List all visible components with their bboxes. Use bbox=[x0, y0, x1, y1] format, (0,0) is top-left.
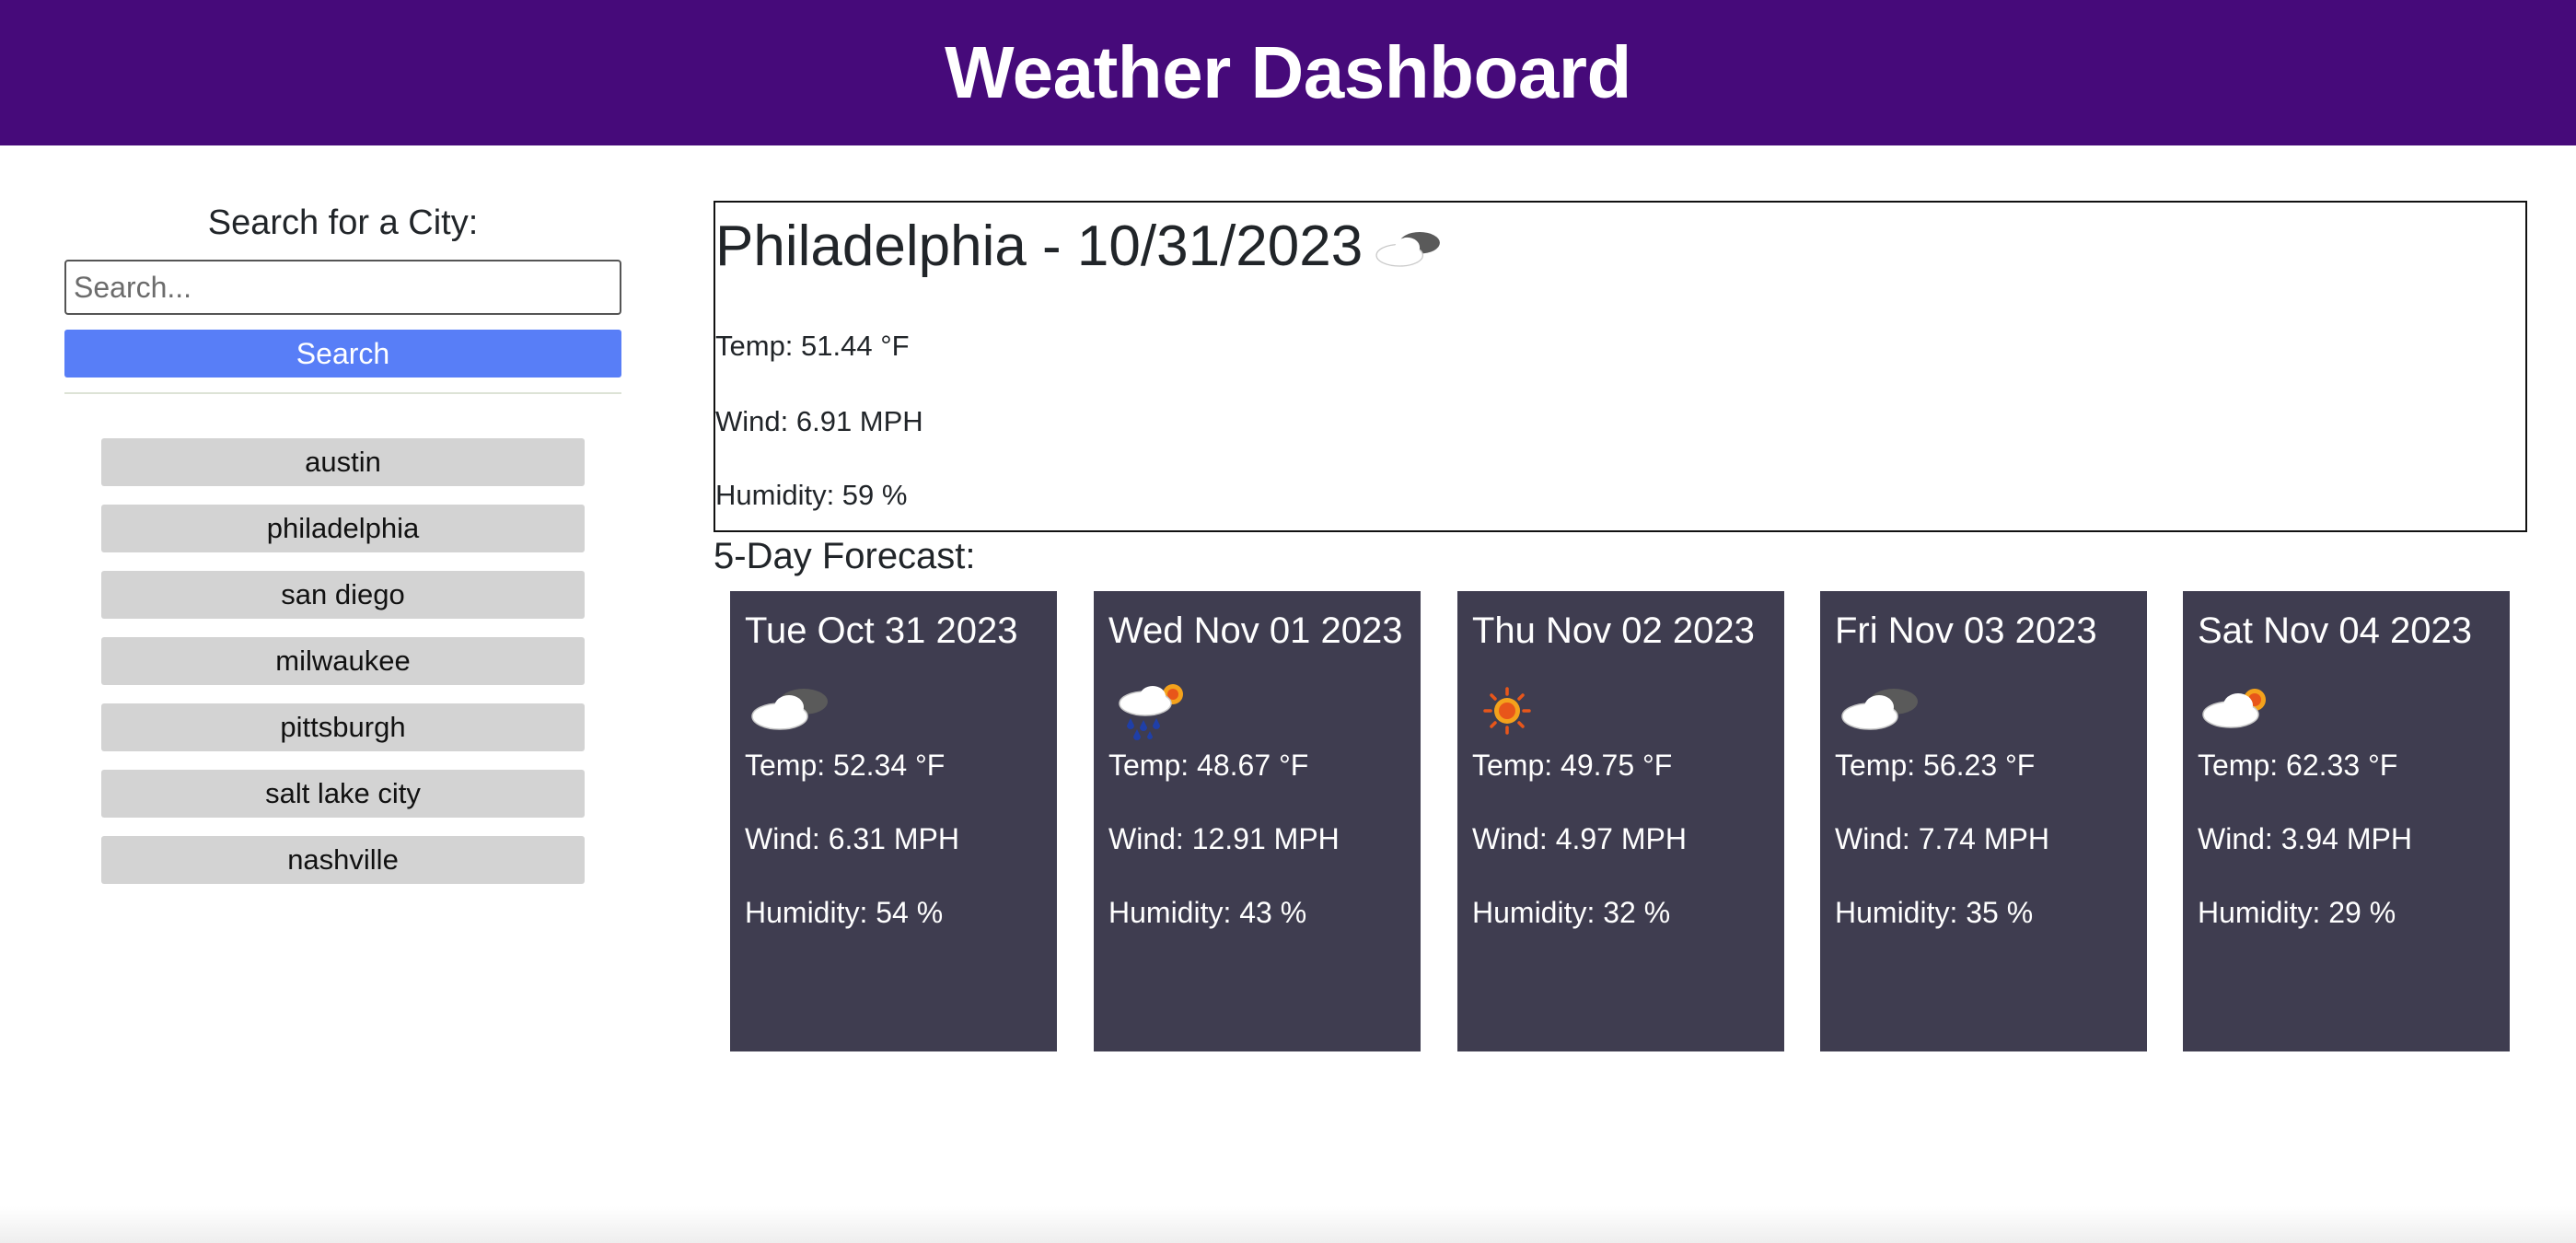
rain-sun-icon bbox=[1119, 684, 1183, 740]
forecast-temp: Temp: 56.23 °F bbox=[1835, 749, 2036, 782]
history-button[interactable]: milwaukee bbox=[101, 637, 585, 685]
search-sidebar: Search for a City: Search austin philade… bbox=[64, 193, 621, 884]
history-button[interactable]: philadelphia bbox=[101, 505, 585, 552]
current-weather-panel: Philadelphia - 10/31/2023 Temp: 51.44 °F… bbox=[714, 201, 2527, 532]
forecast-humidity: Humidity: 43 % bbox=[1108, 896, 1307, 929]
cloud-icon bbox=[1375, 232, 1441, 267]
search-history-list: austin philadelphia san diego milwaukee … bbox=[64, 438, 621, 884]
history-item: salt lake city bbox=[64, 770, 621, 818]
forecast-humidity: Humidity: 29 % bbox=[2198, 896, 2396, 929]
search-button[interactable]: Search bbox=[64, 330, 621, 378]
forecast-card: Tue Oct 31 2023 Temp: 52.34 °F Wind: 6.3… bbox=[730, 591, 1057, 1051]
forecast-wind: Wind: 4.97 MPH bbox=[1472, 822, 1687, 855]
forecast-date: Tue Oct 31 2023 bbox=[745, 610, 1018, 651]
current-humidity: Humidity: 59 % bbox=[715, 479, 908, 511]
history-item: san diego bbox=[64, 571, 621, 619]
forecast-wind: Wind: 7.74 MPH bbox=[1835, 822, 2049, 855]
history-item: philadelphia bbox=[64, 505, 621, 552]
cloud-icon bbox=[1841, 689, 1918, 730]
current-temp: Temp: 51.44 °F bbox=[715, 330, 910, 362]
sidebar-divider bbox=[64, 392, 621, 394]
page-title: Weather Dashboard bbox=[945, 31, 1631, 113]
forecast-card: Sat Nov 04 2023 Temp: 62.33 °F Wind: 3.9… bbox=[2183, 591, 2510, 1051]
history-button[interactable]: austin bbox=[101, 438, 585, 486]
forecast-card: Wed Nov 01 2023 Temp: 48.67 °F Wind: 12.… bbox=[1094, 591, 1421, 1051]
forecast-temp: Temp: 52.34 °F bbox=[745, 749, 946, 782]
forecast-temp: Temp: 49.75 °F bbox=[1472, 749, 1673, 782]
forecast-temp: Temp: 62.33 °F bbox=[2198, 749, 2398, 782]
forecast-wind: Wind: 12.91 MPH bbox=[1108, 822, 1340, 855]
history-button[interactable]: nashville bbox=[101, 836, 585, 884]
cloud-icon bbox=[751, 689, 828, 730]
search-heading: Search for a City: bbox=[207, 203, 479, 242]
forecast-heading: 5-Day Forecast: bbox=[714, 536, 976, 576]
forecast-card: Thu Nov 02 2023 Temp: 49.75 °F Wind: 4.9… bbox=[1457, 591, 1784, 1051]
forecast-humidity: Humidity: 35 % bbox=[1835, 896, 2034, 929]
history-button[interactable]: san diego bbox=[101, 571, 585, 619]
history-item: milwaukee bbox=[64, 637, 621, 685]
forecast-date: Wed Nov 01 2023 bbox=[1108, 610, 1403, 651]
partly-cloudy-icon bbox=[2202, 689, 2266, 728]
forecast-humidity: Humidity: 54 % bbox=[745, 896, 944, 929]
history-item: nashville bbox=[64, 836, 621, 884]
history-item: austin bbox=[64, 438, 621, 486]
city-date: Philadelphia - 10/31/2023 bbox=[715, 215, 1363, 278]
forecast-humidity: Humidity: 32 % bbox=[1472, 896, 1671, 929]
forecast-wind: Wind: 3.94 MPH bbox=[2198, 822, 2412, 855]
forecast-card: Fri Nov 03 2023 Temp: 56.23 °F Wind: 7.7… bbox=[1820, 591, 2147, 1051]
bottom-edge-shadow bbox=[0, 1206, 2576, 1243]
header-banner: Weather Dashboard bbox=[0, 0, 2576, 145]
forecast-date: Sat Nov 04 2023 bbox=[2198, 610, 2472, 651]
forecast-date: Thu Nov 02 2023 bbox=[1472, 610, 1755, 651]
forecast-wind: Wind: 6.31 MPH bbox=[745, 822, 959, 855]
current-weather-title: Philadelphia - 10/31/2023 bbox=[715, 203, 2525, 291]
history-item: pittsburgh bbox=[64, 703, 621, 751]
sun-icon bbox=[1483, 687, 1531, 735]
history-button[interactable]: pittsburgh bbox=[101, 703, 585, 751]
forecast-date: Fri Nov 03 2023 bbox=[1835, 610, 2097, 651]
search-input[interactable] bbox=[64, 260, 621, 315]
current-wind: Wind: 6.91 MPH bbox=[715, 405, 923, 437]
history-button[interactable]: salt lake city bbox=[101, 770, 585, 818]
forecast-temp: Temp: 48.67 °F bbox=[1108, 749, 1309, 782]
